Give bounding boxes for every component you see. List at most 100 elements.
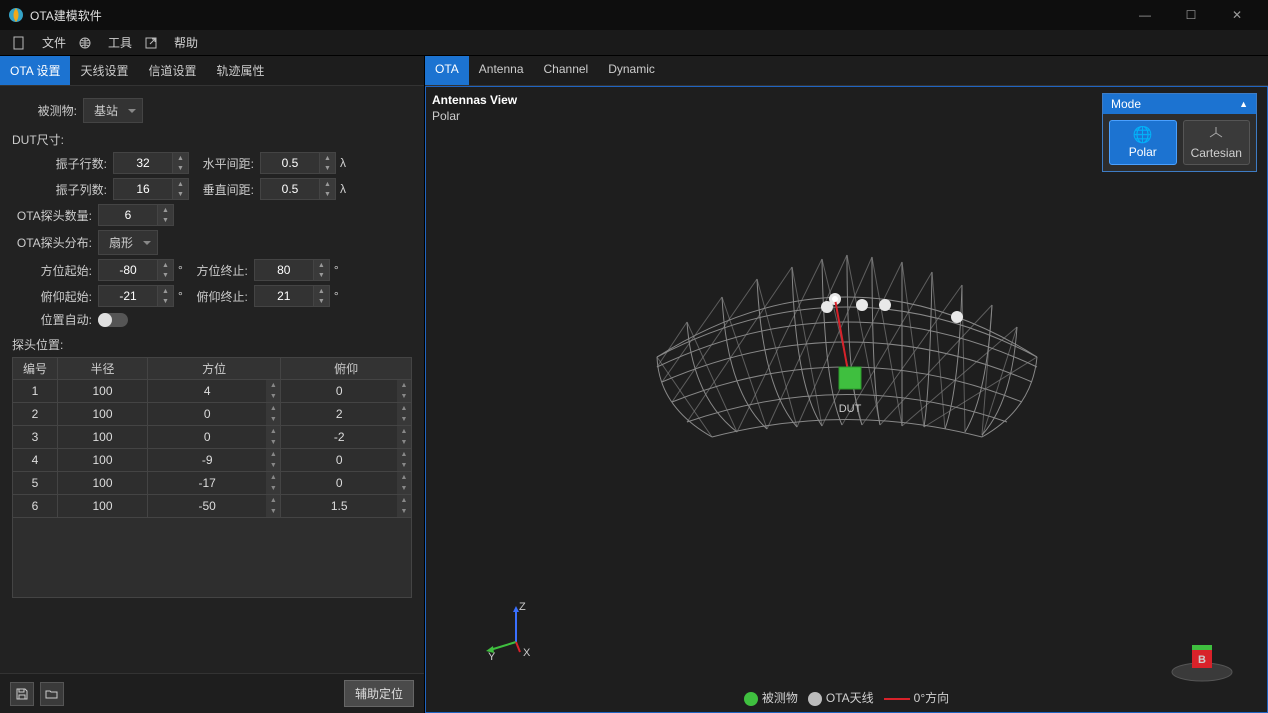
el-start-spinner[interactable]: ▲▼ [158, 285, 174, 307]
el-spinner[interactable]: ▲▼ [397, 380, 411, 402]
vspacing-input[interactable] [260, 178, 320, 200]
menu-new[interactable] [12, 36, 30, 50]
rtab-dynamic[interactable]: Dynamic [598, 56, 665, 85]
probe-count-input[interactable] [98, 204, 158, 226]
az-end-spinner[interactable]: ▲▼ [314, 259, 330, 281]
cell-azimuth[interactable]: -17▲▼ [148, 472, 281, 495]
az-end-input[interactable] [254, 259, 314, 281]
el-spinner[interactable]: ▲▼ [397, 426, 411, 448]
mode-polar-button[interactable]: 🌐Polar [1109, 120, 1177, 165]
table-row[interactable]: 21000▲▼2▲▼ [13, 403, 412, 426]
cell-elevation[interactable]: 0▲▼ [281, 472, 412, 495]
table-row[interactable]: 11004▲▼0▲▼ [13, 380, 412, 403]
legend-dut: 被测物 [762, 691, 798, 705]
close-button[interactable]: ✕ [1214, 0, 1260, 30]
rtab-channel[interactable]: Channel [534, 56, 599, 85]
cell-elevation[interactable]: -2▲▼ [281, 426, 412, 449]
rtab-ota[interactable]: OTA [425, 56, 469, 85]
menu-globe[interactable] [78, 36, 96, 50]
minimize-button[interactable]: — [1122, 0, 1168, 30]
el-spinner[interactable]: ▲▼ [397, 403, 411, 425]
collapse-icon[interactable]: ▲ [1239, 99, 1248, 109]
tab-channel-settings[interactable]: 信道设置 [138, 56, 206, 85]
cols-spinner[interactable]: ▲▼ [173, 178, 189, 200]
save-button[interactable] [10, 682, 34, 706]
globe-icon: 🌐 [1110, 125, 1176, 145]
col-id: 编号 [13, 358, 58, 380]
compass-widget[interactable]: B [1167, 638, 1237, 682]
cell-elevation[interactable]: 2▲▼ [281, 403, 412, 426]
az-spinner[interactable]: ▲▼ [266, 426, 280, 448]
cell-azimuth[interactable]: -50▲▼ [148, 495, 281, 518]
vspacing-spinner[interactable]: ▲▼ [320, 178, 336, 200]
table-row[interactable]: 5100-17▲▼0▲▼ [13, 472, 412, 495]
az-start-input[interactable] [98, 259, 158, 281]
az-end-label: 方位终止: [183, 262, 248, 279]
tab-track-props[interactable]: 轨迹属性 [206, 56, 274, 85]
cell-elevation[interactable]: 1.5▲▼ [281, 495, 412, 518]
cell-azimuth[interactable]: 4▲▼ [148, 380, 281, 403]
table-row[interactable]: 6100-50▲▼1.5▲▼ [13, 495, 412, 518]
antenna-mesh: DUT [617, 207, 1077, 467]
cell-azimuth[interactable]: -9▲▼ [148, 449, 281, 472]
az-spinner[interactable]: ▲▼ [266, 495, 280, 517]
open-button[interactable] [40, 682, 64, 706]
legend-dut-swatch [744, 692, 758, 706]
menu-file[interactable]: 文件 [42, 34, 66, 51]
probe-count-label: OTA探头数量: [12, 207, 92, 224]
dut-label: DUT [838, 403, 861, 415]
az-spinner[interactable]: ▲▼ [266, 380, 280, 402]
menu-help[interactable]: 帮助 [174, 34, 198, 51]
aux-position-button[interactable]: 辅助定位 [344, 680, 414, 707]
cell-id: 1 [13, 380, 58, 403]
cell-elevation[interactable]: 0▲▼ [281, 449, 412, 472]
el-start-label: 俯仰起始: [12, 288, 92, 305]
auto-pos-toggle[interactable] [98, 313, 128, 327]
az-start-label: 方位起始: [12, 262, 92, 279]
right-panel: OTA Antenna Channel Dynamic Antennas Vie… [425, 56, 1268, 713]
hspacing-input[interactable] [260, 152, 320, 174]
probe-table: 编号 半径 方位 俯仰 11004▲▼0▲▼21000▲▼2▲▼31000▲▼-… [12, 357, 412, 518]
legend-ota-swatch [808, 692, 822, 706]
el-end-spinner[interactable]: ▲▼ [314, 285, 330, 307]
cell-elevation[interactable]: 0▲▼ [281, 380, 412, 403]
probe-pos-label: 探头位置: [12, 336, 412, 353]
table-row[interactable]: 4100-9▲▼0▲▼ [13, 449, 412, 472]
el-spinner[interactable]: ▲▼ [397, 449, 411, 471]
mode-header: Mode▲ [1103, 94, 1256, 114]
hspacing-spinner[interactable]: ▲▼ [320, 152, 336, 174]
cell-radius: 100 [58, 472, 148, 495]
external-icon [144, 36, 158, 50]
rows-input[interactable] [113, 152, 173, 174]
svg-text:B: B [1198, 654, 1206, 666]
cell-radius: 100 [58, 426, 148, 449]
table-row[interactable]: 31000▲▼-2▲▼ [13, 426, 412, 449]
az-spinner[interactable]: ▲▼ [266, 403, 280, 425]
cell-azimuth[interactable]: 0▲▼ [148, 426, 281, 449]
mode-panel: Mode▲ 🌐Polar Cartesian [1102, 93, 1257, 172]
el-end-label: 俯仰终止: [183, 288, 248, 305]
el-start-input[interactable] [98, 285, 158, 307]
mode-cartesian-button[interactable]: Cartesian [1183, 120, 1251, 165]
el-spinner[interactable]: ▲▼ [397, 495, 411, 517]
cols-input[interactable] [113, 178, 173, 200]
menu-tools[interactable]: 工具 [108, 34, 132, 51]
viewport-3d[interactable]: Antennas View Polar Mode▲ 🌐Polar Cartesi… [425, 86, 1268, 713]
cell-azimuth[interactable]: 0▲▼ [148, 403, 281, 426]
el-spinner[interactable]: ▲▼ [397, 472, 411, 494]
el-end-input[interactable] [254, 285, 314, 307]
az-start-spinner[interactable]: ▲▼ [158, 259, 174, 281]
rows-spinner[interactable]: ▲▼ [173, 152, 189, 174]
tab-antenna-settings[interactable]: 天线设置 [70, 56, 138, 85]
rtab-antenna[interactable]: Antenna [469, 56, 534, 85]
tab-ota-settings[interactable]: OTA 设置 [0, 56, 70, 85]
dut-dropdown[interactable]: 基站 [83, 98, 143, 123]
svg-text:Z: Z [519, 602, 526, 613]
svg-text:X: X [523, 647, 531, 659]
menu-ext[interactable] [144, 36, 162, 50]
az-spinner[interactable]: ▲▼ [266, 472, 280, 494]
probe-count-spinner[interactable]: ▲▼ [158, 204, 174, 226]
az-spinner[interactable]: ▲▼ [266, 449, 280, 471]
probe-dist-dropdown[interactable]: 扇形 [98, 230, 158, 255]
maximize-button[interactable]: ☐ [1168, 0, 1214, 30]
